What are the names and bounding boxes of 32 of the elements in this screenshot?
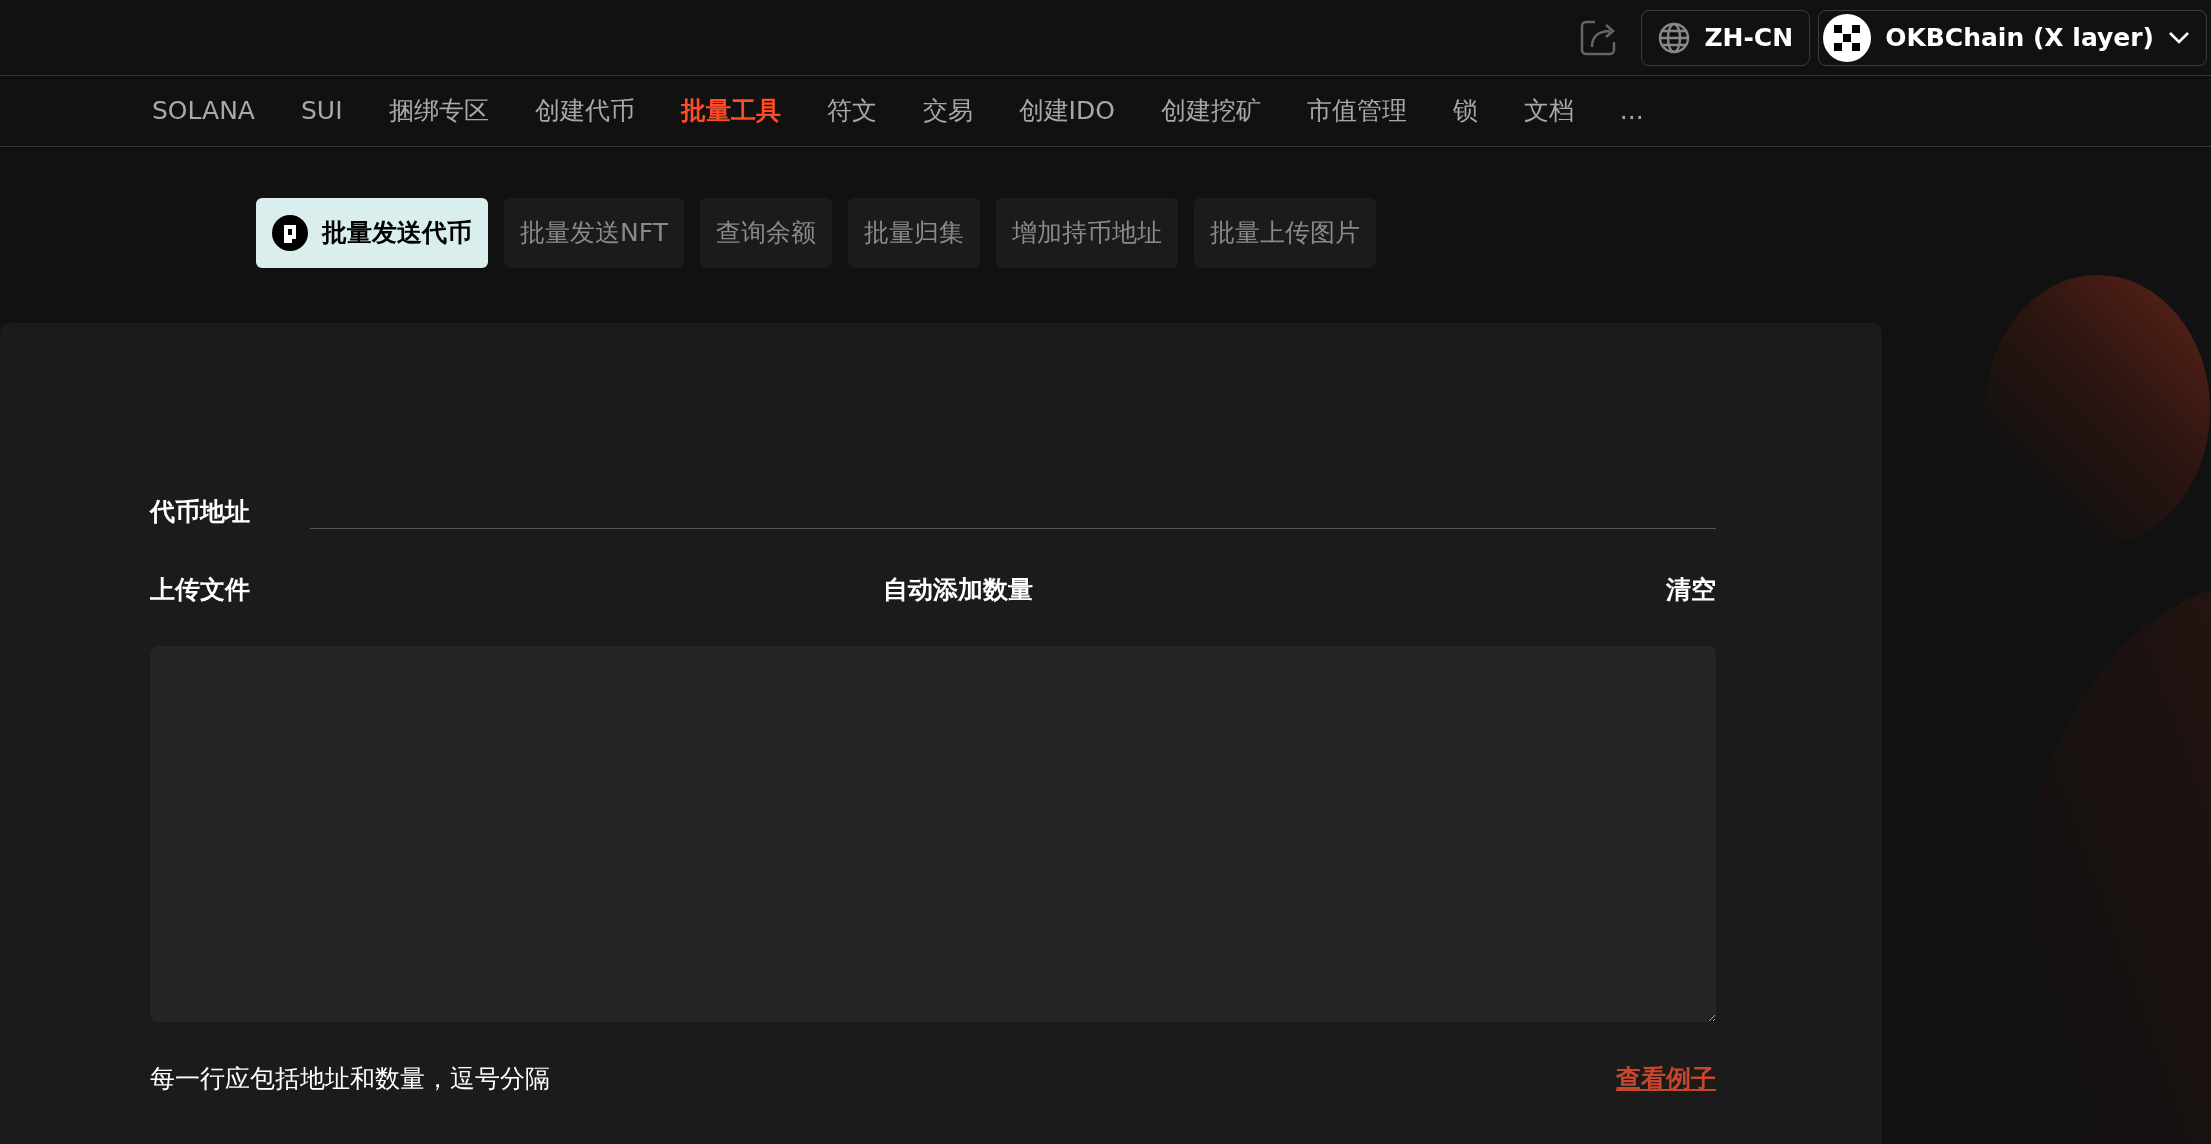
upload-file-link[interactable]: 上传文件 bbox=[150, 570, 250, 608]
hint-text: 每一行应包括地址和数量，逗号分隔 bbox=[150, 1063, 550, 1095]
nav-link[interactable]: SOLANA bbox=[152, 92, 255, 130]
nav-link[interactable]: 符文 bbox=[826, 92, 877, 130]
nav-link[interactable]: 锁 bbox=[1452, 92, 1478, 130]
nav-link[interactable]: 捆绑专区 bbox=[388, 92, 489, 130]
field-label: 代币地址 bbox=[150, 496, 250, 528]
nav-link[interactable]: 交易 bbox=[922, 92, 973, 130]
tool-tab[interactable]: 批量上传图片 bbox=[1193, 198, 1376, 268]
nav-link[interactable]: 文档 bbox=[1523, 92, 1574, 130]
nav-link[interactable]: SUI bbox=[300, 92, 343, 130]
nav-link[interactable]: 批量工具 bbox=[680, 92, 781, 130]
nav-link[interactable]: 创建挖矿 bbox=[1160, 92, 1261, 130]
clear-link[interactable]: 清空 bbox=[1666, 570, 1716, 608]
auto-add-amount-link[interactable]: 自动添加数量 bbox=[883, 570, 1033, 608]
globe-icon bbox=[1658, 21, 1691, 54]
nav-link[interactable]: ... bbox=[1619, 92, 1644, 130]
tool-tab[interactable]: 增加持币地址 bbox=[995, 198, 1178, 268]
view-example-link[interactable]: 查看例子 bbox=[1616, 1060, 1716, 1098]
language-button[interactable]: ZH-CN bbox=[1641, 9, 1811, 66]
share-icon[interactable] bbox=[1579, 18, 1618, 57]
nav-link[interactable]: 创建代币 bbox=[534, 92, 635, 130]
tool-tab[interactable]: 查询余额 bbox=[699, 198, 832, 268]
nav-link[interactable]: 市值管理 bbox=[1306, 92, 1407, 130]
tool-tab[interactable]: 批量发送代币 bbox=[256, 198, 488, 268]
chevron-down-icon bbox=[2168, 30, 2190, 45]
nav-link[interactable]: 创建IDO bbox=[1018, 92, 1115, 130]
chain-logo-icon bbox=[1823, 13, 1872, 62]
token-logo-icon bbox=[272, 215, 308, 251]
tool-tab[interactable]: 批量发送NFT bbox=[504, 198, 684, 268]
tool-tab[interactable]: 批量归集 bbox=[847, 198, 980, 268]
network-selector[interactable]: OKBChain (X layer) bbox=[1818, 9, 2207, 66]
